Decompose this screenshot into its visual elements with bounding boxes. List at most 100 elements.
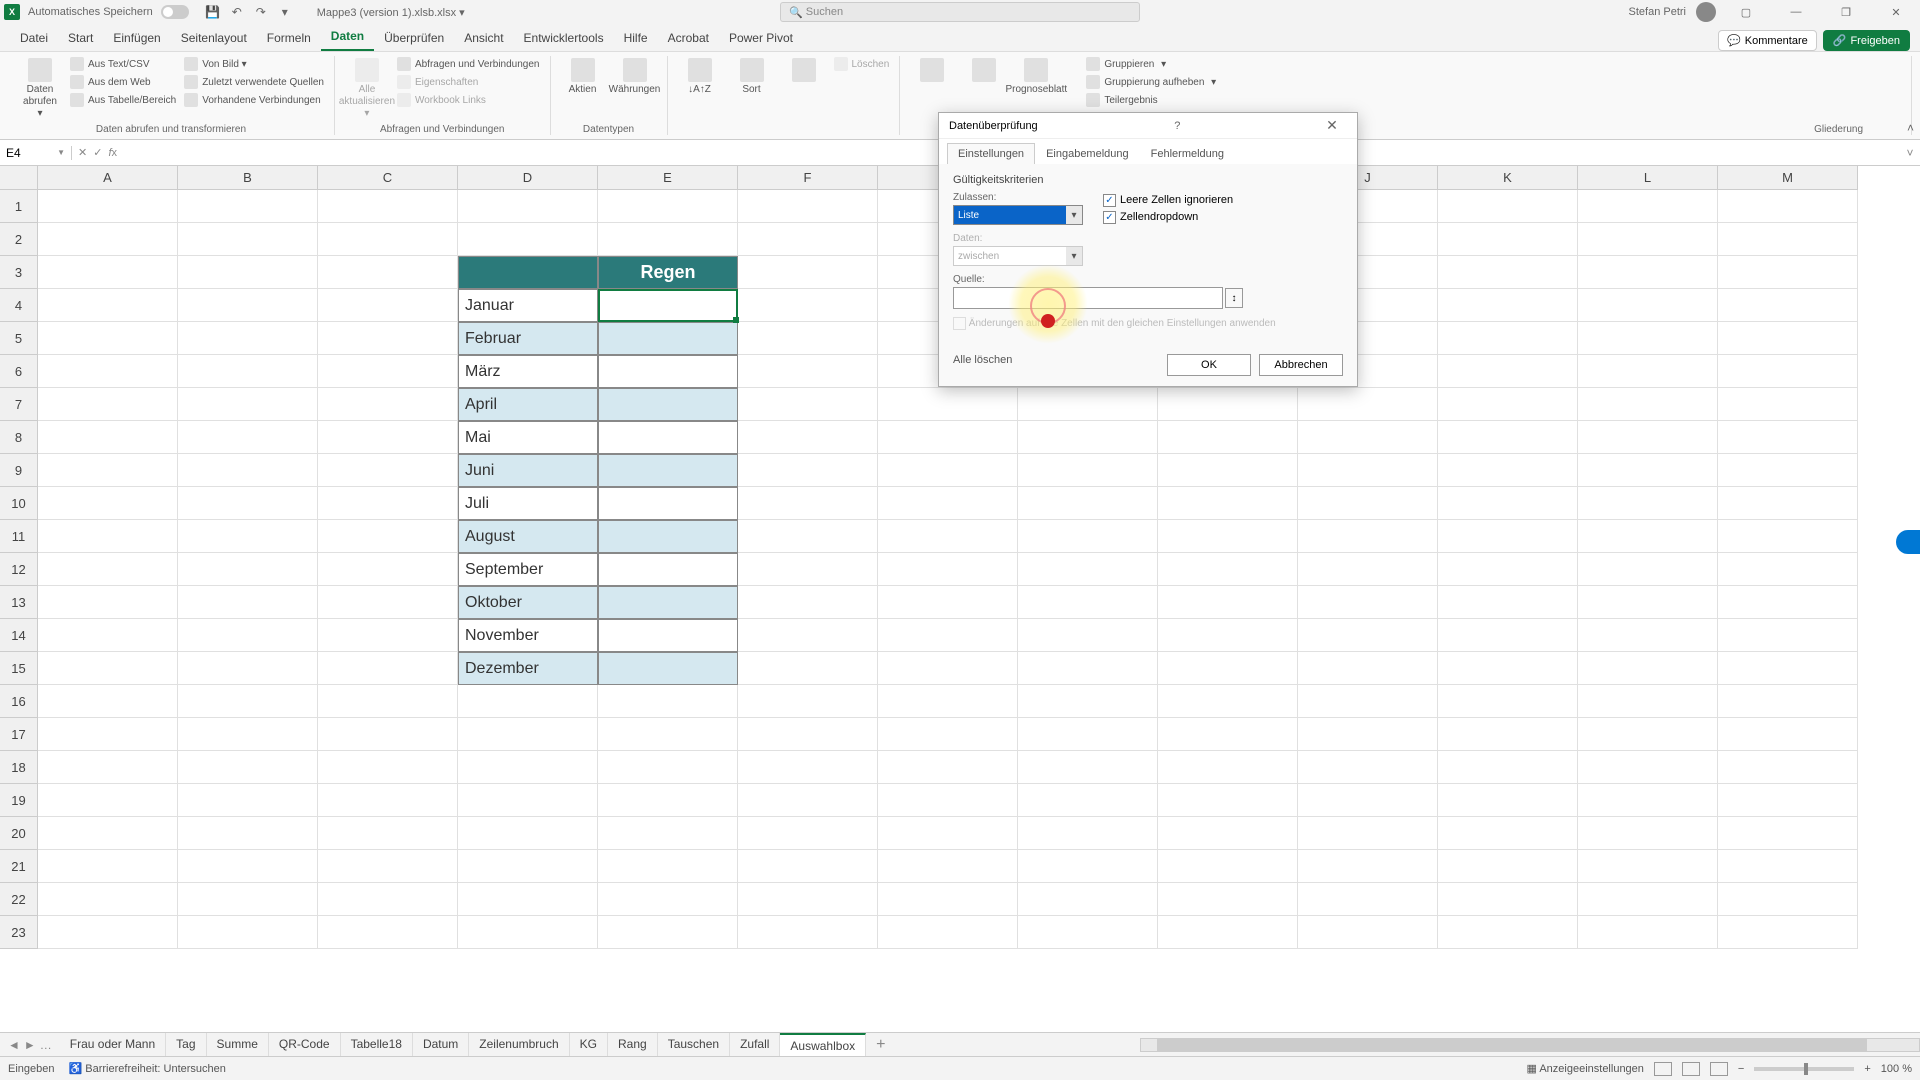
cell[interactable] <box>1298 916 1438 949</box>
cell[interactable] <box>1438 388 1578 421</box>
cell[interactable]: Februar <box>458 322 598 355</box>
cell[interactable] <box>1438 223 1578 256</box>
zoom-in-icon[interactable]: + <box>1864 1063 1870 1075</box>
cell[interactable] <box>1158 454 1298 487</box>
cell[interactable] <box>738 421 878 454</box>
cell[interactable] <box>738 652 878 685</box>
cell[interactable] <box>1158 619 1298 652</box>
cell[interactable] <box>1718 454 1858 487</box>
aktien-button[interactable]: Aktien <box>559 56 607 98</box>
cell[interactable] <box>1438 751 1578 784</box>
cell[interactable] <box>1718 850 1858 883</box>
cell[interactable] <box>878 421 1018 454</box>
redo-icon[interactable]: ↷ <box>252 3 270 21</box>
cell[interactable] <box>1718 652 1858 685</box>
tab-ansicht[interactable]: Ansicht <box>454 25 513 51</box>
cell[interactable] <box>738 586 878 619</box>
cell[interactable] <box>1578 355 1718 388</box>
sheet-tab[interactable]: Tabelle18 <box>341 1033 413 1057</box>
ignore-blank-checkbox[interactable]: ✓Leere Zellen ignorieren <box>1103 194 1233 207</box>
cell[interactable] <box>1438 652 1578 685</box>
cell[interactable] <box>598 289 738 322</box>
cell[interactable] <box>1578 289 1718 322</box>
cell[interactable] <box>318 520 458 553</box>
cell[interactable] <box>38 850 178 883</box>
cell[interactable] <box>1578 619 1718 652</box>
row-header[interactable]: 18 <box>0 751 38 784</box>
cell[interactable] <box>1578 883 1718 916</box>
cell[interactable] <box>598 586 738 619</box>
vorhandene-button[interactable]: Vorhandene Verbindungen <box>182 92 326 108</box>
cell[interactable]: Regen <box>598 256 738 289</box>
cell[interactable] <box>178 652 318 685</box>
cell[interactable] <box>598 685 738 718</box>
cell[interactable] <box>738 784 878 817</box>
row-header[interactable]: 17 <box>0 718 38 751</box>
cell[interactable] <box>1438 553 1578 586</box>
select-all-corner[interactable] <box>0 166 38 190</box>
cell[interactable] <box>1018 883 1158 916</box>
horizontal-scrollbar[interactable] <box>1140 1038 1920 1052</box>
sheet-tab[interactable]: Zufall <box>730 1033 780 1057</box>
maximize-icon[interactable]: ❐ <box>1826 2 1866 22</box>
cell[interactable] <box>178 223 318 256</box>
cell[interactable] <box>878 784 1018 817</box>
cell[interactable]: März <box>458 355 598 388</box>
cell[interactable] <box>318 619 458 652</box>
cell[interactable] <box>178 190 318 223</box>
cell[interactable] <box>318 916 458 949</box>
row-header[interactable]: 6 <box>0 355 38 388</box>
cell[interactable] <box>458 784 598 817</box>
cell[interactable] <box>1578 454 1718 487</box>
teilergebnis-button[interactable]: Teilergebnis <box>1084 92 1218 108</box>
cell[interactable] <box>1578 784 1718 817</box>
cell[interactable] <box>1298 619 1438 652</box>
cell[interactable] <box>38 784 178 817</box>
cell[interactable] <box>1718 619 1858 652</box>
cell[interactable] <box>878 883 1018 916</box>
cell[interactable] <box>1578 718 1718 751</box>
cell[interactable] <box>38 454 178 487</box>
col-header[interactable]: C <box>318 166 458 190</box>
cell[interactable] <box>1718 322 1858 355</box>
sheet-next-icon[interactable]: ► <box>24 1038 36 1052</box>
cell[interactable] <box>318 190 458 223</box>
cell[interactable] <box>738 256 878 289</box>
cell[interactable] <box>1718 784 1858 817</box>
cell[interactable] <box>1018 916 1158 949</box>
cell[interactable] <box>38 586 178 619</box>
cell[interactable] <box>38 751 178 784</box>
zuletzt-button[interactable]: Zuletzt verwendete Quellen <box>182 74 326 90</box>
kommentare-button[interactable]: 💬 Kommentare <box>1718 30 1817 51</box>
cell[interactable] <box>1298 850 1438 883</box>
cell[interactable] <box>1578 916 1718 949</box>
cell[interactable] <box>458 256 598 289</box>
cell[interactable] <box>178 784 318 817</box>
row-header[interactable]: 4 <box>0 289 38 322</box>
aus-text-button[interactable]: Aus Text/CSV <box>68 56 178 72</box>
cell[interactable] <box>38 355 178 388</box>
cell[interactable] <box>1018 685 1158 718</box>
cell[interactable] <box>178 487 318 520</box>
sheet-tab[interactable]: Tag <box>166 1033 206 1057</box>
cell[interactable]: April <box>458 388 598 421</box>
whatif-button[interactable] <box>960 56 1008 86</box>
cell[interactable] <box>1438 520 1578 553</box>
cell[interactable] <box>38 619 178 652</box>
cell[interactable] <box>318 586 458 619</box>
cell[interactable] <box>598 520 738 553</box>
cell[interactable] <box>178 586 318 619</box>
zoom-slider[interactable] <box>1754 1067 1854 1071</box>
workbook-links-button[interactable]: Workbook Links <box>395 92 542 108</box>
cell[interactable] <box>318 784 458 817</box>
cell[interactable] <box>178 289 318 322</box>
cell[interactable] <box>1718 289 1858 322</box>
col-header[interactable]: A <box>38 166 178 190</box>
cell[interactable]: Oktober <box>458 586 598 619</box>
cell[interactable] <box>1578 421 1718 454</box>
cell[interactable] <box>598 553 738 586</box>
dialog-tab-fehler[interactable]: Fehlermeldung <box>1140 143 1235 164</box>
row-header[interactable]: 7 <box>0 388 38 421</box>
cell[interactable] <box>458 817 598 850</box>
cell[interactable] <box>1578 685 1718 718</box>
